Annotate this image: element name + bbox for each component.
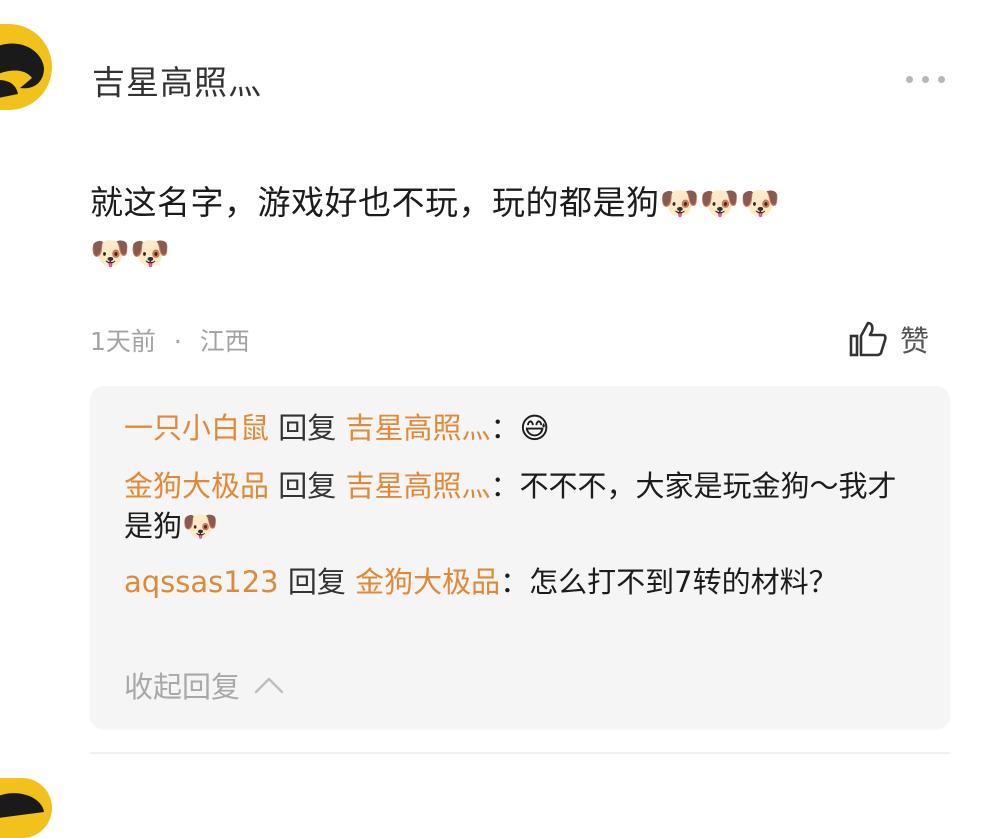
more-icon[interactable] — [906, 72, 950, 86]
comment-divider — [90, 752, 950, 754]
reply-item[interactable]: 一只小白鼠 回复 吉星高照灬：😅 — [124, 408, 914, 448]
reply-verb: 回复 — [278, 469, 337, 503]
post-content: 就这名字，游戏好也不玩，玩的都是狗🐶🐶🐶 🐶🐶 — [90, 178, 930, 278]
user-avatar[interactable] — [0, 24, 52, 110]
collapse-label: 收起回复 — [124, 670, 241, 704]
post-text: 就这名字，游戏好也不玩，玩的都是狗 — [90, 183, 660, 222]
reply-colon: ： — [490, 469, 520, 503]
avatar-logo-icon — [0, 43, 44, 98]
post-username[interactable]: 吉星高照灬 — [92, 56, 262, 104]
reply-text: 怎么打不到7转的材料？ — [529, 565, 838, 599]
post-time: 1天前 — [90, 327, 156, 356]
reply-verb: 回复 — [278, 411, 337, 445]
chevron-up-icon — [254, 677, 284, 694]
thumbs-up-icon — [849, 321, 887, 357]
like-label: 赞 — [900, 324, 930, 358]
reply-target[interactable]: 金狗大极品 — [355, 565, 500, 599]
reply-target[interactable]: 吉星高照灬 — [345, 469, 490, 503]
reply-author[interactable]: 金狗大极品 — [124, 469, 269, 503]
dog-emoji-group: 🐶🐶🐶 — [659, 184, 781, 222]
like-button[interactable]: 赞 — [848, 318, 929, 360]
next-user-avatar[interactable] — [0, 778, 52, 838]
avatar-logo-icon — [0, 793, 44, 818]
reply-author[interactable]: 一只小白鼠 — [124, 411, 269, 445]
reply-author[interactable]: aqssas123 — [124, 565, 279, 599]
collapse-replies-button[interactable]: 收起回复 — [124, 664, 284, 706]
post-meta: 1天前 · 江西 — [90, 322, 250, 358]
reply-text: 😅 — [519, 411, 550, 445]
dog-emoji-group: 🐶🐶 — [90, 234, 171, 272]
post-location: 江西 — [199, 327, 250, 356]
meta-separator: · — [173, 327, 182, 356]
reply-item[interactable]: 金狗大极品 回复 吉星高照灬：不不不，大家是玩金狗～我才是狗🐶 — [124, 466, 914, 546]
reply-colon: ： — [490, 411, 520, 445]
reply-target[interactable]: 吉星高照灬 — [345, 411, 490, 445]
reply-list: 一只小白鼠 回复 吉星高照灬：😅 金狗大极品 回复 吉星高照灬：不不不，大家是玩… — [90, 386, 950, 730]
reply-colon: ： — [500, 565, 530, 599]
reply-verb: 回复 — [287, 565, 346, 599]
reply-item[interactable]: aqssas123 回复 金狗大极品：怎么打不到7转的材料？ — [124, 562, 914, 602]
